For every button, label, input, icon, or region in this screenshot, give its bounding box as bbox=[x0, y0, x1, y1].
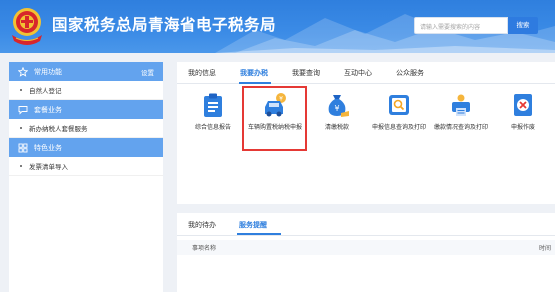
printer-icon bbox=[452, 94, 470, 116]
tab-my-todo[interactable]: 我的待办 bbox=[188, 220, 216, 230]
function-declaration-void[interactable]: 申报作废 bbox=[493, 92, 553, 132]
main-tabs: 我的信息 我要办税 我要查询 互动中心 公众服务 bbox=[177, 62, 555, 84]
bullet-icon bbox=[20, 89, 22, 91]
reminder-panel: 我的待办 服务提醒 事项名称 时间 bbox=[177, 213, 555, 292]
tab-query[interactable]: 我要查询 bbox=[292, 68, 320, 78]
main-panel: 我的信息 我要办税 我要查询 互动中心 公众服务 综合信息报告 ¥ 车辆购置税纳… bbox=[177, 62, 555, 204]
clipboard-icon bbox=[204, 93, 222, 117]
bullet-icon bbox=[20, 165, 22, 167]
function-label: 清缴税款 bbox=[324, 124, 349, 131]
divider bbox=[177, 235, 555, 236]
sidebar-section-package: 套餐业务 bbox=[9, 100, 163, 119]
sidebar-section-title: 常用功能 bbox=[34, 67, 62, 76]
sidebar-item-label: 新办纳税人套餐服务 bbox=[29, 125, 88, 133]
function-payment-query-print[interactable]: 缴款情况查询及打印 bbox=[431, 92, 491, 132]
sidebar-item-natural-person-registration[interactable]: 自然人登记 bbox=[9, 81, 163, 100]
settings-link[interactable]: 设置 bbox=[141, 67, 154, 77]
sidebar-item-invoice-import[interactable]: 发票清单导入 bbox=[9, 157, 163, 176]
function-label: 缴款情况查询及打印 bbox=[433, 124, 488, 131]
chat-icon bbox=[18, 105, 28, 115]
sidebar-section-title: 特色业务 bbox=[34, 143, 62, 152]
tab-my-info[interactable]: 我的信息 bbox=[188, 68, 216, 78]
sidebar-item-label: 发票清单导入 bbox=[29, 163, 68, 171]
function-label: 综合信息报告 bbox=[194, 124, 231, 131]
star-icon bbox=[18, 66, 28, 77]
search-button[interactable]: 搜索 bbox=[508, 17, 538, 34]
sidebar-section-title: 套餐业务 bbox=[34, 105, 62, 114]
svg-text:¥: ¥ bbox=[334, 104, 339, 113]
tab-service-reminder[interactable]: 服务提醒 bbox=[239, 220, 267, 230]
function-label: 申报作废 bbox=[510, 124, 535, 131]
sidebar: 常用功能 设置 自然人登记 套餐业务 新办纳税人套餐服务 特色业务 发票清单导入 bbox=[9, 62, 163, 292]
sidebar-section-common: 常用功能 设置 bbox=[9, 62, 163, 81]
sidebar-item-label: 自然人登记 bbox=[29, 87, 62, 95]
bullet-icon bbox=[20, 127, 22, 129]
money-bag-icon: ¥ bbox=[328, 95, 349, 117]
search-input[interactable]: 请输入需要搜索的内容 bbox=[414, 17, 508, 34]
sidebar-section-special: 特色业务 bbox=[9, 138, 163, 157]
column-header-time: 时间 bbox=[539, 245, 552, 252]
void-document-icon bbox=[514, 94, 532, 116]
function-declaration-query-print[interactable]: 申报信息查询及打印 bbox=[369, 92, 429, 132]
search-document-icon bbox=[389, 95, 409, 115]
header-bar: 国家税务总局青海省电子税务局 请输入需要搜索的内容 搜索 bbox=[0, 0, 555, 53]
grid-icon bbox=[18, 143, 28, 152]
active-tab-indicator bbox=[239, 82, 271, 84]
site-title: 国家税务总局青海省电子税务局 bbox=[52, 16, 277, 34]
function-comprehensive-report[interactable]: 综合信息报告 bbox=[183, 92, 243, 132]
tax-emblem-logo bbox=[12, 8, 42, 45]
function-tax-clearance[interactable]: ¥ 清缴税款 bbox=[307, 92, 367, 132]
highlight-box bbox=[242, 86, 307, 151]
table-header: 事项名称 时间 bbox=[177, 240, 555, 255]
function-label: 申报信息查询及打印 bbox=[371, 124, 426, 131]
tab-interaction-center[interactable]: 互动中心 bbox=[344, 68, 372, 78]
column-header-item-name: 事项名称 bbox=[192, 245, 217, 252]
sidebar-item-new-taxpayer-package[interactable]: 新办纳税人套餐服务 bbox=[9, 119, 163, 138]
tab-handle-tax[interactable]: 我要办税 bbox=[240, 68, 268, 78]
tab-public-service[interactable]: 公众服务 bbox=[396, 68, 424, 78]
